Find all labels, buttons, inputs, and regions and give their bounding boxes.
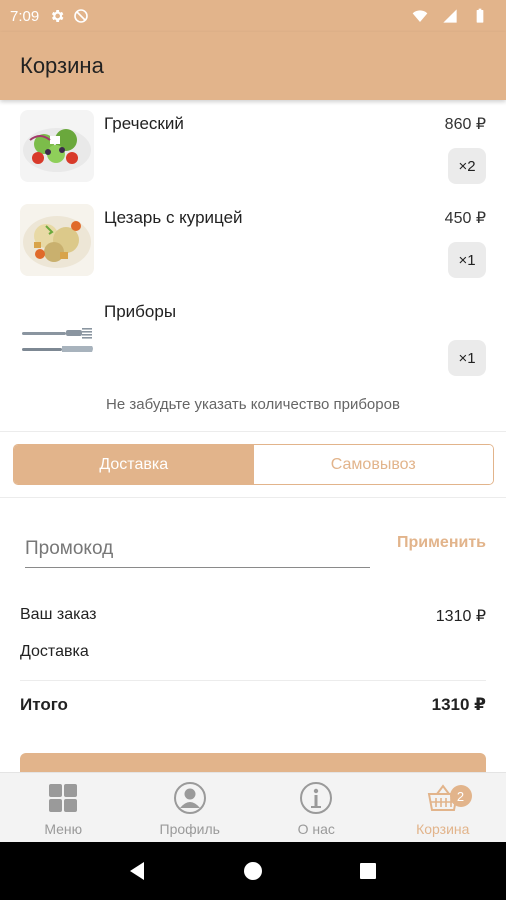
settings-icon: [52, 10, 64, 22]
nav-label: О нас: [297, 821, 335, 837]
summary-total-row: Итого 1310 ₽: [20, 695, 486, 715]
item-price: 450 ₽: [444, 210, 486, 227]
status-time: 7:09: [10, 7, 40, 25]
summary-delivery-row: Доставка: [20, 643, 486, 661]
cell-signal-icon: [443, 9, 457, 23]
delivery-label: Доставка: [20, 643, 89, 660]
divider: [20, 680, 486, 681]
status-bar: 7:09: [0, 0, 506, 32]
quantity-button[interactable]: ×1: [448, 340, 486, 376]
quantity-button[interactable]: ×2: [448, 148, 486, 184]
wifi-icon: [412, 10, 428, 22]
item-name: Цезарь с курицей: [104, 208, 243, 227]
profile-icon: [173, 782, 206, 814]
cutlery-hint: Не забудьте указать количество приборов: [106, 396, 400, 413]
recents-icon[interactable]: [357, 860, 379, 882]
page-title: Корзина: [20, 53, 104, 78]
system-nav-bar: [0, 842, 506, 900]
total-label: Итого: [20, 695, 68, 714]
order-value: 1310 ₽: [435, 608, 486, 625]
bottom-nav: Меню Профиль О нас Корзина 2: [0, 772, 506, 842]
summary-order-row: Ваш заказ 1310 ₽: [20, 606, 486, 626]
apply-promo-button[interactable]: Применить: [397, 534, 486, 552]
divider: [0, 431, 506, 432]
nav-item-menu[interactable]: Меню: [0, 773, 127, 842]
tab-delivery[interactable]: Доставка: [14, 445, 254, 484]
cart-content[interactable]: Греческий 860 ₽ ×2 Цезарь с курицей 450 …: [0, 100, 506, 772]
caesar-salad-photo: [20, 204, 94, 276]
order-label: Ваш заказ: [20, 606, 97, 623]
cart-item[interactable]: Цезарь с курицей 450 ₽ ×1: [0, 194, 506, 286]
item-name: Приборы: [104, 302, 177, 321]
grid-icon: [49, 784, 78, 812]
promo-field[interactable]: [25, 532, 370, 568]
nav-label: Корзина: [416, 821, 470, 837]
total-value: 1310 ₽: [431, 695, 486, 714]
cart-badge: 2: [449, 785, 472, 807]
nav-label: Профиль: [159, 821, 220, 837]
divider: [0, 497, 506, 498]
cart-item[interactable]: Греческий 860 ₽ ×2: [0, 100, 506, 192]
nav-item-cart[interactable]: Корзина 2: [380, 773, 506, 842]
greek-salad-photo: [20, 110, 94, 182]
nav-item-profile[interactable]: Профиль: [127, 773, 254, 842]
nav-item-about[interactable]: О нас: [253, 773, 380, 842]
home-icon[interactable]: [242, 860, 264, 882]
checkout-button[interactable]: [20, 753, 486, 772]
nav-label: Меню: [44, 821, 83, 837]
item-name: Греческий: [104, 114, 184, 133]
battery-icon: [476, 8, 484, 23]
app-bar: Корзина: [0, 32, 506, 100]
cutlery-photo: [20, 298, 94, 370]
info-icon: [300, 782, 333, 814]
promo-input[interactable]: [25, 532, 370, 566]
back-icon[interactable]: [127, 860, 149, 882]
do-not-disturb-icon: [74, 9, 89, 23]
quantity-button[interactable]: ×1: [448, 242, 486, 278]
delivery-toggle[interactable]: Доставка Самовывоз: [13, 444, 494, 485]
item-price: 860 ₽: [444, 116, 486, 133]
tab-pickup[interactable]: Самовывоз: [253, 445, 493, 484]
cart-item[interactable]: Приборы ×1: [0, 288, 506, 380]
